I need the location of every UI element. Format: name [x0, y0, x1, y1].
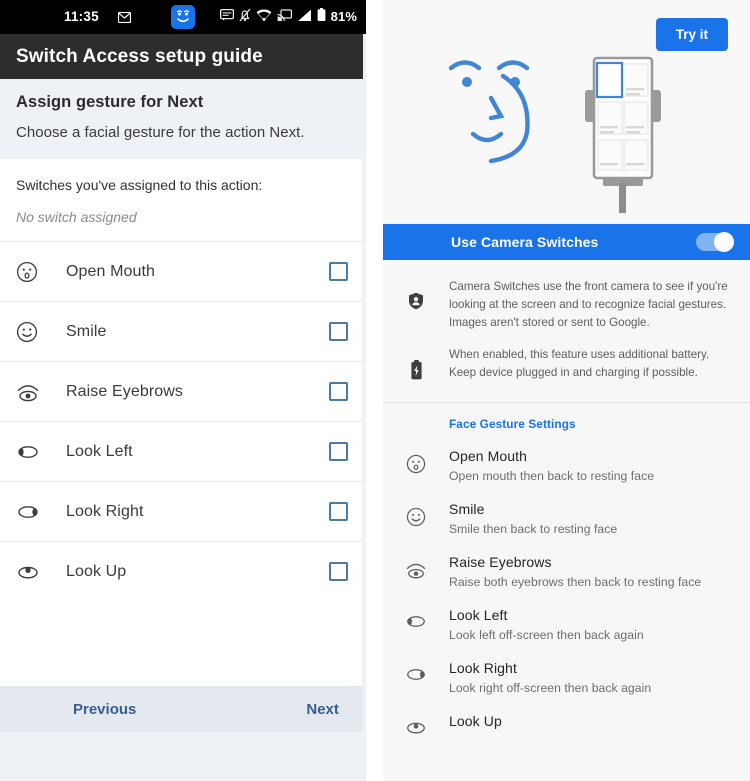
assigned-switches-value: No switch assigned: [16, 209, 137, 225]
gesture-checkbox[interactable]: [329, 382, 348, 401]
smile-face-icon: [383, 501, 449, 527]
right-phone-screen: Try it Use Camera Switches Camera Switch…: [383, 0, 750, 781]
setting-row-smile[interactable]: Smile Smile then back to resting face: [383, 492, 750, 545]
gesture-checkbox[interactable]: [329, 562, 348, 581]
status-bar: 11:35 81%: [0, 0, 366, 34]
phone-on-stand-illustration: [573, 50, 673, 220]
left-phone-screen: 11:35 81% Switch Access setup guide Assi…: [0, 0, 366, 781]
gesture-label: Look Up: [66, 562, 127, 580]
gesture-label: Smile: [66, 322, 107, 340]
dual-screenshot-container: 11:35 81% Switch Access setup guide Assi…: [0, 0, 750, 781]
gesture-label: Look Right: [66, 502, 144, 520]
use-camera-switches-toggle[interactable]: [696, 232, 734, 252]
setting-row-look-left[interactable]: Look Left Look left off-screen then back…: [383, 598, 750, 651]
setting-title: Look Left: [449, 606, 508, 623]
look-right-eye-icon: [16, 503, 50, 521]
raise-eyebrows-eye-icon: [16, 381, 50, 403]
gesture-checkbox[interactable]: [329, 322, 348, 341]
next-button[interactable]: Next: [306, 701, 339, 718]
gesture-label: Open Mouth: [66, 262, 156, 280]
hero-illustration-area: Try it: [383, 0, 750, 224]
status-bar-icons: 81%: [219, 8, 357, 25]
battery-icon: [317, 8, 326, 25]
face-gesture-settings-heading: Face Gesture Settings: [449, 416, 576, 431]
wifi-icon: [256, 9, 272, 25]
use-camera-switches-row[interactable]: Use Camera Switches: [383, 224, 750, 260]
message-icon: [219, 8, 234, 24]
setting-row-open-mouth[interactable]: Open Mouth Open mouth then back to resti…: [383, 439, 750, 492]
info-row-privacy: Camera Switches use the front camera to …: [383, 274, 750, 342]
status-bar-clock: 11:35: [64, 9, 99, 24]
info-row-battery: When enabled, this feature uses addition…: [383, 342, 750, 392]
face-switch-icon: [171, 5, 195, 29]
setting-subtitle: Look right off-screen then back again: [449, 680, 652, 695]
assign-gesture-heading: Assign gesture for Next: [16, 93, 204, 111]
smile-face-icon: [16, 321, 50, 343]
setting-title: Raise Eyebrows: [449, 553, 552, 570]
panel-divider: [366, 0, 383, 781]
gesture-label: Look Left: [66, 442, 133, 460]
gesture-checkbox[interactable]: [329, 262, 348, 281]
signal-icon: [297, 9, 312, 25]
battery-charging-icon: [383, 346, 449, 382]
setting-subtitle: Smile then back to resting face: [449, 521, 618, 536]
battery-percent: 81%: [330, 9, 357, 24]
setting-title: Look Right: [449, 659, 517, 676]
assign-gesture-description: Choose a facial gesture for the action N…: [16, 124, 305, 141]
look-right-eye-icon: [383, 660, 449, 683]
setting-title: Open Mouth: [449, 447, 528, 464]
page-title: Switch Access setup guide: [16, 45, 263, 67]
wizard-navigation-bar: Previous Next: [0, 686, 362, 732]
gesture-list: Open Mouth Smile Raise Eyebrows Look Lef…: [0, 241, 362, 601]
face-line-art-icon: [445, 48, 557, 173]
gesture-row-open-mouth[interactable]: Open Mouth: [0, 241, 362, 301]
assigned-switches-label: Switches you've assigned to this action:: [16, 177, 263, 193]
gesture-row-smile[interactable]: Smile: [0, 301, 362, 361]
previous-button[interactable]: Previous: [73, 701, 136, 718]
mail-icon: [117, 11, 132, 26]
list-empty-space: [0, 601, 362, 686]
gesture-row-look-right[interactable]: Look Right: [0, 481, 362, 541]
gesture-checkbox[interactable]: [329, 442, 348, 461]
info-text: Camera Switches use the front camera to …: [449, 280, 728, 329]
gesture-checkbox[interactable]: [329, 502, 348, 521]
cast-icon: [277, 8, 292, 25]
raise-eyebrows-eye-icon: [383, 554, 449, 580]
look-left-eye-icon: [383, 607, 449, 630]
try-it-button[interactable]: Try it: [655, 18, 728, 51]
assign-gesture-section: Assign gesture for Next Choose a facial …: [0, 79, 366, 159]
gesture-row-look-up[interactable]: Look Up: [0, 541, 362, 601]
face-gesture-settings-list: Open Mouth Open mouth then back to resti…: [383, 439, 750, 745]
assigned-switches-card: Switches you've assigned to this action:…: [0, 159, 362, 686]
open-mouth-face-icon: [16, 261, 50, 283]
setting-title: Look Up: [449, 712, 502, 729]
setting-title: Smile: [449, 500, 485, 517]
gesture-label: Raise Eyebrows: [66, 382, 184, 400]
use-camera-switches-label: Use Camera Switches: [451, 234, 599, 250]
setting-subtitle: Raise both eyebrows then back to resting…: [449, 574, 702, 589]
look-up-eye-icon: [383, 713, 449, 736]
setting-subtitle: Look left off-screen then back again: [449, 627, 644, 642]
setting-subtitle: Open mouth then back to resting face: [449, 468, 655, 483]
open-mouth-face-icon: [383, 448, 449, 474]
setting-row-look-up[interactable]: Look Up: [383, 704, 750, 745]
look-left-eye-icon: [16, 443, 50, 461]
silent-mode-icon: [239, 8, 251, 25]
info-text: When enabled, this feature uses addition…: [449, 347, 710, 379]
setting-row-look-right[interactable]: Look Right Look right off-screen then ba…: [383, 651, 750, 704]
gesture-row-raise-eyebrows[interactable]: Raise Eyebrows: [0, 361, 362, 421]
look-up-eye-icon: [16, 563, 50, 581]
shield-person-icon: [383, 278, 449, 332]
gesture-row-look-left[interactable]: Look Left: [0, 421, 362, 481]
app-toolbar: Switch Access setup guide: [0, 34, 363, 79]
setting-row-raise-eyebrows[interactable]: Raise Eyebrows Raise both eyebrows then …: [383, 545, 750, 598]
camera-switches-info-section: Camera Switches use the front camera to …: [383, 260, 750, 403]
